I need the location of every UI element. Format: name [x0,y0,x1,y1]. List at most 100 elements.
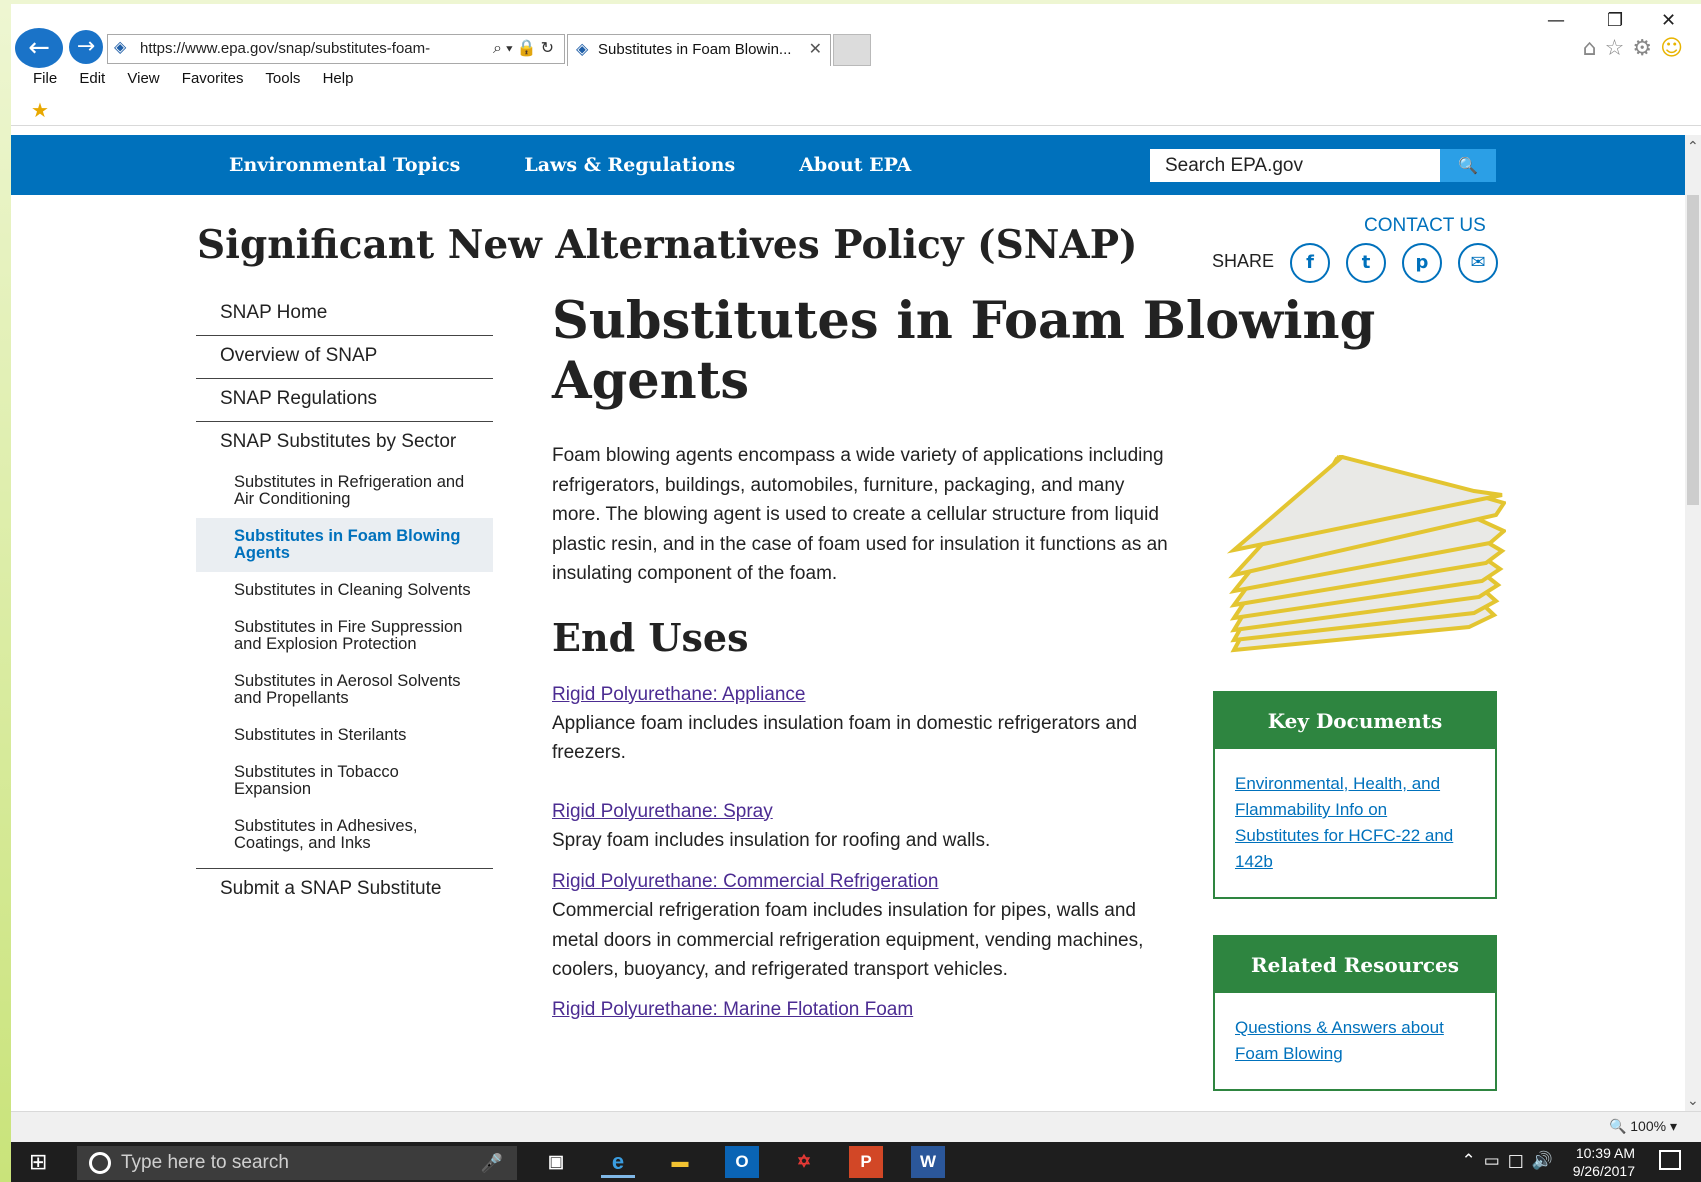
end-use-item: Rigid Polyurethane: Marine Flotation Foa… [552,995,1172,1024]
sidebar-item-snap-home[interactable]: SNAP Home [196,293,493,336]
sidebar-sub-refrigeration[interactable]: Substitutes in Refrigeration and Air Con… [196,464,493,518]
new-tab-button[interactable] [833,34,871,66]
related-resources-box: Related Resources Questions & Answers ab… [1213,935,1497,1091]
microphone-icon[interactable]: 🎤 [481,1146,503,1180]
toolbar-icons: ⌂☆⚙☺ [1583,36,1691,61]
vertical-scrollbar[interactable]: ⌃ ⌄ [1685,135,1701,1111]
menu-file[interactable]: File [33,70,57,87]
sidebar-item-submit[interactable]: Submit a SNAP Substitute [196,868,493,909]
tab-favicon-icon: ◈ [576,41,589,58]
intro-paragraph: Foam blowing agents encompass a wide var… [552,445,1168,584]
settings-gear-icon[interactable]: ⚙ [1632,36,1660,61]
end-use-item: Rigid Polyurethane: Spray Spray foam inc… [552,797,1172,856]
tab-title: Substitutes in Foam Blowin... [598,41,792,58]
end-use-description: Appliance foam includes insulation foam … [552,712,1138,764]
windows-taskbar: ⊞ Type here to search 🎤 ▣ e ▬ O ✡ P W ⌃▭… [11,1142,1701,1182]
task-view-icon[interactable]: ▣ [539,1146,573,1178]
key-documents-heading: Key Documents [1215,693,1495,749]
sidebar-sub-fire-suppression[interactable]: Substitutes in Fire Suppression and Expl… [196,609,493,663]
related-resources-heading: Related Resources [1215,937,1495,993]
related-resource-link[interactable]: Questions & Answers about Foam Blowing [1235,1015,1475,1067]
notifications-icon[interactable] [1659,1150,1681,1170]
browser-window: ← → ◈ https://www.epa.gov/snap/substitut… [11,4,1701,1142]
pinterest-icon[interactable]: p [1402,243,1442,283]
share-label: SHARE [1212,251,1275,271]
twitter-icon[interactable]: t [1346,243,1386,283]
tab-close-icon[interactable]: ✕ [809,35,822,65]
epa-favicon-icon: ◈ [114,39,127,56]
zoom-control[interactable]: 🔍 100% ▾ [1609,1118,1677,1135]
taskbar-clock[interactable]: 10:39 AM 9/26/2017 [1573,1144,1635,1180]
address-bar[interactable]: ◈ https://www.epa.gov/snap/substitutes-f… [107,34,565,64]
word-icon[interactable]: W [911,1146,945,1178]
page-viewport: Environmental Topics Laws & Regulations … [11,135,1685,1111]
acrobat-icon[interactable]: ✡ [787,1146,821,1178]
contact-us-link[interactable]: CONTACT US [1364,215,1486,237]
end-use-description: Commercial refrigeration foam includes i… [552,900,1144,980]
sidebar-sub-adhesives[interactable]: Substitutes in Adhesives, Coatings, and … [196,808,493,862]
page-title: Substitutes in Foam Blowing Agents [552,291,1376,411]
menu-view[interactable]: View [127,70,159,87]
sidebar-sub-tobacco[interactable]: Substitutes in Tobacco Expansion [196,754,493,808]
end-uses-heading: End Uses [552,614,749,660]
email-icon[interactable]: ✉ [1458,243,1498,283]
forward-button[interactable]: → [69,30,103,64]
feedback-smiley-icon[interactable]: ☺ [1660,36,1691,61]
scroll-thumb[interactable] [1687,195,1699,505]
favorites-star-icon[interactable]: ☆ [1605,36,1633,61]
nav-laws-regulations[interactable]: Laws & Regulations [524,135,735,195]
menu-favorites[interactable]: Favorites [182,70,244,87]
end-use-link[interactable]: Rigid Polyurethane: Marine Flotation Foa… [552,995,1172,1024]
powerpoint-icon[interactable]: P [849,1146,883,1178]
close-window-icon[interactable]: ✕ [1661,10,1676,31]
back-button[interactable]: ← [15,28,63,68]
file-explorer-icon[interactable]: ▬ [663,1146,697,1178]
taskbar-search-input[interactable]: Type here to search 🎤 [77,1146,517,1180]
address-tools-icon[interactable]: ⌕▾🔒↻ [493,35,558,63]
zoom-level: 100% [1630,1118,1667,1134]
outlook-icon[interactable]: O [725,1146,759,1178]
clock-date: 9/26/2017 [1572,1163,1635,1179]
taskbar-search-placeholder: Type here to search [121,1152,289,1173]
internet-explorer-icon[interactable]: e [601,1146,635,1178]
browser-chrome: ← → ◈ https://www.epa.gov/snap/substitut… [11,4,1701,126]
sidebar-sub-cleaning-solvents[interactable]: Substitutes in Cleaning Solvents [196,572,493,609]
end-use-item: Rigid Polyurethane: Appliance Appliance … [552,680,1172,768]
menu-help[interactable]: Help [323,70,354,87]
main-content: Substitutes in Foam Blowing Agents Foam … [552,291,1375,1024]
windows-start-icon[interactable]: ⊞ [29,1150,47,1175]
restore-icon[interactable]: ❐ [1607,10,1623,31]
home-icon[interactable]: ⌂ [1583,36,1605,61]
scroll-down-icon[interactable]: ⌄ [1687,1093,1699,1109]
end-use-link[interactable]: Rigid Polyurethane: Commercial Refrigera… [552,867,1172,896]
sidebar-item-regulations[interactable]: SNAP Regulations [196,379,493,422]
minimize-icon[interactable]: — [1547,10,1565,31]
sidebar-item-by-sector[interactable]: SNAP Substitutes by Sector [196,422,493,464]
foam-panels-image [1226,455,1506,653]
end-use-link[interactable]: Rigid Polyurethane: Appliance [552,680,1172,709]
key-document-link[interactable]: Environmental, Health, and Flammability … [1235,771,1475,875]
menu-tools[interactable]: Tools [265,70,300,87]
system-tray-icons[interactable]: ⌃▭□🔊 [1461,1151,1561,1171]
end-use-link[interactable]: Rigid Polyurethane: Spray [552,797,1172,826]
facebook-icon[interactable]: f [1290,243,1330,283]
key-documents-box: Key Documents Environmental, Health, and… [1213,691,1497,899]
menu-edit[interactable]: Edit [79,70,105,87]
nav-about-epa[interactable]: About EPA [799,135,911,195]
sidebar-nav: SNAP Home Overview of SNAP SNAP Regulati… [196,293,493,909]
sidebar-sub-sterilants[interactable]: Substitutes in Sterilants [196,717,493,754]
status-bar: 🔍 100% ▾ [11,1111,1701,1142]
site-title: Significant New Alternatives Policy (SNA… [197,222,1138,268]
browser-tab[interactable]: ◈ Substitutes in Foam Blowin... ✕ [567,34,831,66]
epa-top-nav: Environmental Topics Laws & Regulations … [11,135,1685,195]
sidebar-sub-aerosol[interactable]: Substitutes in Aerosol Solvents and Prop… [196,663,493,717]
menu-bar: File Edit View Favorites Tools Help [33,70,371,94]
sidebar-sub-foam-blowing[interactable]: Substitutes in Foam Blowing Agents [196,518,493,572]
nav-environmental-topics[interactable]: Environmental Topics [229,135,460,195]
sidebar-item-overview[interactable]: Overview of SNAP [196,336,493,379]
search-input[interactable]: Search EPA.gov [1150,149,1440,182]
search-icon: 🔍 [1458,156,1478,175]
add-favorites-bar-icon[interactable]: ★ [31,98,49,122]
scroll-up-icon[interactable]: ⌃ [1687,139,1699,155]
search-button[interactable]: 🔍 [1440,149,1496,182]
